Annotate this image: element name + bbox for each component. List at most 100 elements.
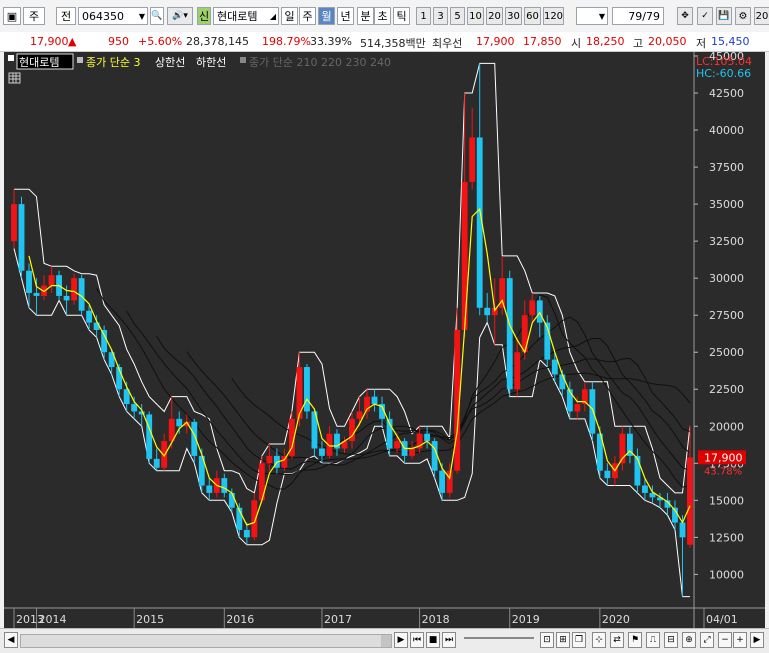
- candle-body: [409, 448, 416, 456]
- scroll-right-icon[interactable]: ▶: [394, 632, 408, 648]
- candle-body: [446, 470, 453, 493]
- marker-icon[interactable]: ⚑: [628, 632, 642, 648]
- tab-period-6[interactable]: 틱: [393, 7, 410, 25]
- save-icon[interactable]: 💾: [716, 7, 732, 25]
- chevron-down-icon[interactable]: ▼: [599, 12, 605, 21]
- zoom-slider[interactable]: [464, 637, 534, 639]
- high-label: 고: [633, 37, 644, 50]
- candle-body: [33, 292, 40, 296]
- current-percent-label: 43.78%: [704, 466, 742, 477]
- stop-icon[interactable]: ■: [426, 632, 440, 648]
- y-tick-label: 20000: [709, 420, 744, 433]
- candle-body: [431, 441, 438, 471]
- chart-type-icon[interactable]: ⎍: [646, 632, 660, 648]
- y-tick-label: 42500: [709, 87, 744, 100]
- interval-button-10[interactable]: 10: [467, 7, 484, 25]
- forward-icon[interactable]: ⏭: [442, 632, 456, 648]
- lock-icon[interactable]: ⊟: [664, 632, 678, 648]
- interval-button-60[interactable]: 60: [524, 7, 541, 25]
- candle-body: [439, 470, 446, 493]
- search-icon[interactable]: 🔍: [150, 7, 164, 25]
- candle-body: [153, 458, 160, 468]
- tab-period-5[interactable]: 초: [374, 7, 391, 25]
- interval-button-5[interactable]: 5: [450, 7, 465, 25]
- settings-icon[interactable]: ⊕: [682, 632, 696, 648]
- zoom-in-icon[interactable]: +: [733, 632, 747, 648]
- interval-button-3[interactable]: 3: [433, 7, 448, 25]
- candle-body: [559, 374, 566, 390]
- legend-lower: 하한선: [196, 55, 226, 69]
- interval-button-120[interactable]: 120: [543, 7, 564, 25]
- best-bid: 17,850: [523, 35, 562, 48]
- copy-icon[interactable]: ❐: [572, 632, 586, 648]
- stock-name-field[interactable]: 현대로템 ◢: [213, 7, 279, 25]
- trend-tool-icon[interactable]: ✓: [697, 7, 713, 25]
- interval-button-20[interactable]: 20: [486, 7, 503, 25]
- horizontal-scrollbar[interactable]: [20, 634, 392, 648]
- cut-off-button[interactable]: 20: [754, 7, 769, 25]
- price-chart[interactable]: 1000012500150001750020000225002500027500…: [4, 50, 765, 628]
- interval-select[interactable]: ▼: [576, 7, 608, 25]
- candle-body: [228, 492, 235, 508]
- prev-button[interactable]: 전: [56, 7, 76, 25]
- data-table-icon[interactable]: [8, 72, 21, 84]
- y-tick-label: 27500: [709, 309, 744, 322]
- candle-body: [18, 204, 25, 271]
- up-arrow-icon: ▲: [68, 35, 77, 48]
- candle-body: [394, 441, 400, 449]
- crosshair-icon[interactable]: ✥: [677, 7, 693, 25]
- stock-code-input[interactable]: 064350 ▼: [78, 7, 148, 25]
- grid-icon[interactable]: ⊞: [556, 632, 570, 648]
- candle-body: [469, 137, 476, 182]
- zoom-fit-icon[interactable]: ⊡: [540, 632, 554, 648]
- open-label: 시: [571, 37, 582, 50]
- next-icon[interactable]: ▶: [750, 632, 764, 648]
- interval-button-30[interactable]: 30: [505, 7, 522, 25]
- candle-body: [48, 275, 55, 286]
- x-tick-label: 2016: [226, 613, 254, 626]
- y-tick-label: 40000: [709, 124, 744, 137]
- y-tick-label: 35000: [709, 198, 744, 211]
- legend-stock-name: 현대로템: [19, 56, 59, 69]
- period-select[interactable]: 주: [23, 7, 45, 25]
- candle-body: [266, 455, 273, 464]
- candle-body: [206, 485, 213, 493]
- compare-icon[interactable]: ⇄: [610, 632, 624, 648]
- gear-icon[interactable]: ⚙: [735, 7, 751, 25]
- tab-period-1[interactable]: 주: [299, 7, 316, 25]
- candle-body: [589, 389, 596, 434]
- scroll-left-icon[interactable]: ◀: [4, 632, 18, 648]
- y-tick-label: 22500: [709, 383, 744, 396]
- candle-body: [484, 307, 491, 316]
- long-ma-line: [156, 336, 691, 470]
- low-price: 15,450: [711, 35, 750, 48]
- chevron-down-icon[interactable]: ▼: [139, 12, 145, 21]
- candle-body: [131, 404, 138, 412]
- expand-icon[interactable]: ⤢: [700, 632, 714, 648]
- candle-body: [281, 455, 288, 468]
- speaker-icon[interactable]: 🔊▾: [167, 7, 193, 25]
- volume: 28,378,145: [186, 35, 249, 48]
- tab-period-4[interactable]: 분: [357, 7, 374, 25]
- page-counter-value: 79: [628, 9, 643, 23]
- tab-period-3[interactable]: 년: [337, 7, 354, 25]
- chart-canvas[interactable]: 1000012500150001750020000225002500027500…: [4, 50, 765, 628]
- candle-body: [356, 411, 363, 419]
- scrollbar-thumb[interactable]: [381, 635, 391, 647]
- chart-window-icon[interactable]: ▣: [3, 7, 21, 25]
- interval-button-1[interactable]: 1: [416, 7, 431, 25]
- page-total: /79: [642, 9, 660, 23]
- indicator-icon[interactable]: ⊹: [592, 632, 606, 648]
- candle-body: [304, 367, 310, 412]
- candle-body: [424, 433, 431, 442]
- tab-period-2[interactable]: 월: [318, 7, 335, 25]
- candle-body: [461, 181, 468, 330]
- x-tick-label: 2019: [512, 613, 540, 626]
- candle-body: [536, 300, 543, 323]
- tab-period-0[interactable]: 일: [281, 7, 298, 25]
- zoom-out-icon[interactable]: −: [718, 632, 732, 648]
- chart-navigation-bar: ◀ ▶ ⏮ ■ ⏭ ⊡ ⊞ ❐ ⊹ ⇄ ⚑ ⎍ ⊟ ⊕ ⤢ − + ▶: [0, 628, 769, 653]
- rewind-icon[interactable]: ⏮: [410, 632, 424, 648]
- x-tick-label: 2015: [136, 613, 164, 626]
- candle-body: [319, 448, 325, 456]
